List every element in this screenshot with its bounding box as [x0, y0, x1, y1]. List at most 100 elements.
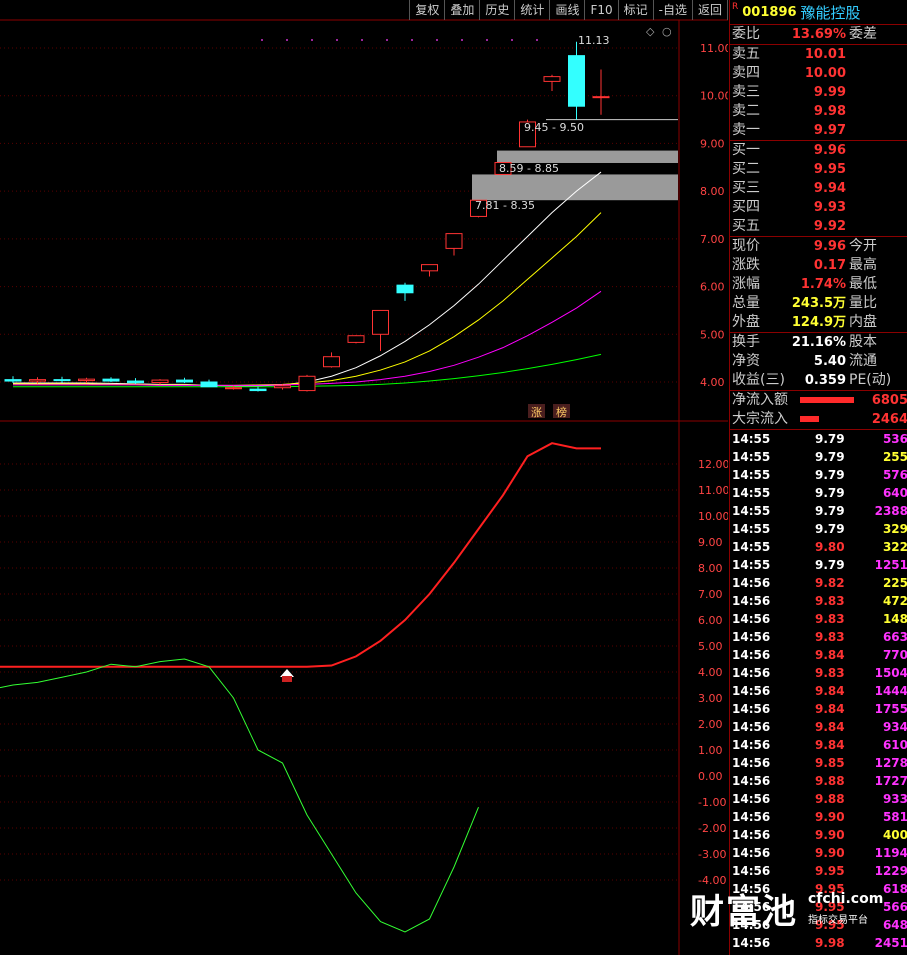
ask-row-label: 卖一: [732, 122, 760, 138]
candle-body: [592, 96, 610, 99]
price-annotation: 8.59 - 8.85: [499, 162, 559, 175]
tick-price: 9.83: [815, 630, 845, 644]
candle-body: [568, 55, 585, 107]
tick-volume: 2451: [874, 936, 907, 950]
tick-price: 9.83: [815, 594, 845, 608]
tick-time: 14:55: [732, 558, 771, 572]
ask-row: 卖五 10.01: [730, 45, 907, 64]
kline-chart[interactable]: 11.00 10.00 9.00 8.00 7.00 6.00 5.00 4.00 12.00 1…: [0, 0, 728, 955]
candle-body: [176, 379, 193, 383]
tick-time: 14:56: [732, 792, 771, 806]
ask-list: 卖五 10.01 卖四 10.00 卖三 9.99 卖二 9.98 卖一 9.97: [730, 45, 907, 141]
ask-row-price: 10.01: [804, 47, 846, 62]
tick-time: 14:56: [732, 576, 771, 590]
tick-price: 9.95: [815, 864, 845, 878]
tick-volume: 1755: [874, 702, 907, 716]
indicator-tick-label: -1.00: [698, 796, 726, 809]
toolbar: 复权 叠加 历史 统计 画线 F10 标记 -自选 返回: [409, 0, 728, 20]
tick-time: 14:56: [732, 936, 771, 950]
price-tick-label: 5.00: [700, 328, 725, 341]
tick-price: 9.84: [815, 738, 845, 752]
candle-body: [421, 264, 438, 272]
chart-area[interactable]: 11.00 10.00 9.00 8.00 7.00 6.00 5.00 4.00 12.00 1…: [0, 0, 728, 955]
tick-price: 9.79: [815, 504, 845, 518]
tick-volume: 1727: [874, 774, 907, 788]
quote-list: 现价 9.96 今开 涨跌 0.17 最高 涨幅 1.74% 最低 总量 243.5万 量比 外盘 124…: [730, 237, 907, 333]
tick-volume: 2388: [874, 504, 907, 518]
tick-volume: 663: [882, 630, 907, 644]
price-tick-label: 9.00: [700, 137, 725, 150]
tick-price: 9.79: [815, 468, 845, 482]
tick-volume: 1278: [874, 756, 907, 770]
indicator-tick-label: 0.00: [698, 770, 723, 783]
tick-row: 14:56 9.90 581: [730, 808, 907, 826]
tick-time: 14:56: [732, 756, 771, 770]
tick-time: 14:55: [732, 522, 771, 536]
flow-value: 6805: [871, 393, 907, 408]
signal-dot: [336, 39, 338, 41]
ask-row-price: 9.97: [813, 123, 846, 138]
weibi-label: 委比: [732, 26, 760, 42]
bid-row: 买四 9.93: [730, 198, 907, 217]
tick-volume: 770: [882, 648, 907, 662]
flow-bar: [800, 397, 854, 403]
tick-time: 14:55: [732, 486, 771, 500]
indicator-tick-label: 3.00: [698, 692, 723, 705]
tick-price: 9.79: [815, 450, 845, 464]
signal-dot: [261, 39, 263, 41]
toolbar-item-3[interactable]: 统计: [515, 0, 551, 20]
tick-row: 14:56 9.84 770: [730, 646, 907, 664]
weibi-row: 委比 13.69% 委差: [730, 25, 907, 45]
tick-row: 14:55 9.79 329: [730, 520, 907, 538]
tick-price: 9.84: [815, 684, 845, 698]
ask-row-price: 9.99: [813, 85, 846, 100]
toolbar-item-1[interactable]: 叠加: [445, 0, 481, 20]
tick-price: 9.90: [815, 810, 845, 824]
indicator-red-line: [0, 442, 601, 668]
flow-bar: [800, 416, 819, 422]
tick-price: 9.88: [815, 774, 845, 788]
quote-row-label: 涨幅: [732, 276, 760, 292]
bid-row-label: 买四: [732, 199, 760, 215]
indicator-tick-label: 1.00: [698, 744, 723, 757]
tick-volume: 648: [882, 918, 907, 932]
tick-volume: 581: [882, 810, 907, 824]
quote-row: 涨跌 0.17 最高: [730, 256, 907, 275]
tick-volume: 1251: [874, 558, 907, 572]
toolbar-item-4[interactable]: 画线: [550, 0, 586, 20]
toolbar-item-5[interactable]: F10: [585, 0, 619, 20]
tick-time: 14:56: [732, 702, 771, 716]
stock-header: R 001896 豫能控股: [730, 0, 907, 25]
tick-price: 9.84: [815, 720, 845, 734]
toolbar-item-8[interactable]: 返回: [693, 0, 728, 20]
tick-volume: 610: [882, 738, 907, 752]
marker-label: 涨: [531, 406, 542, 419]
tick-volume: 640: [882, 486, 907, 500]
bid-row-price: 9.92: [813, 219, 846, 234]
indicator-tick-label: 4.00: [698, 666, 723, 679]
toolbar-item-7[interactable]: -自选: [654, 0, 693, 20]
stats-row-label: 净资: [732, 353, 760, 369]
tick-price: 9.79: [815, 558, 845, 572]
quote-row: 外盘 124.9万 内盘: [730, 313, 907, 332]
quote-row-label: 涨跌: [732, 257, 760, 273]
tick-row: 14:56 9.88 1727: [730, 772, 907, 790]
tick-time: 14:56: [732, 684, 771, 698]
tick-volume: 472: [882, 594, 907, 608]
tick-row: 14:55 9.79 255: [730, 448, 907, 466]
toolbar-item-2[interactable]: 历史: [480, 0, 516, 20]
tick-row: 14:56 9.83 472: [730, 592, 907, 610]
toolbar-item-6[interactable]: 标记: [619, 0, 654, 20]
stock-flag: R: [732, 2, 739, 12]
price-tick-label: 6.00: [700, 281, 725, 294]
tick-price: 9.83: [815, 612, 845, 626]
toolbar-item-0[interactable]: 复权: [410, 0, 446, 20]
tick-row: 14:56 9.85 1278: [730, 754, 907, 772]
diamond-icon[interactable]: ◇: [646, 25, 655, 38]
quote-panel: R 001896 豫能控股 委比 13.69% 委差 卖五 10.01 卖四 10.0…: [729, 0, 907, 955]
tick-price: 9.79: [815, 432, 845, 446]
circle-icon[interactable]: ○: [662, 25, 672, 38]
tick-price: 9.84: [815, 702, 845, 716]
quote-row-label: 总量: [732, 295, 760, 311]
stats-row-label: 换手: [732, 334, 760, 350]
